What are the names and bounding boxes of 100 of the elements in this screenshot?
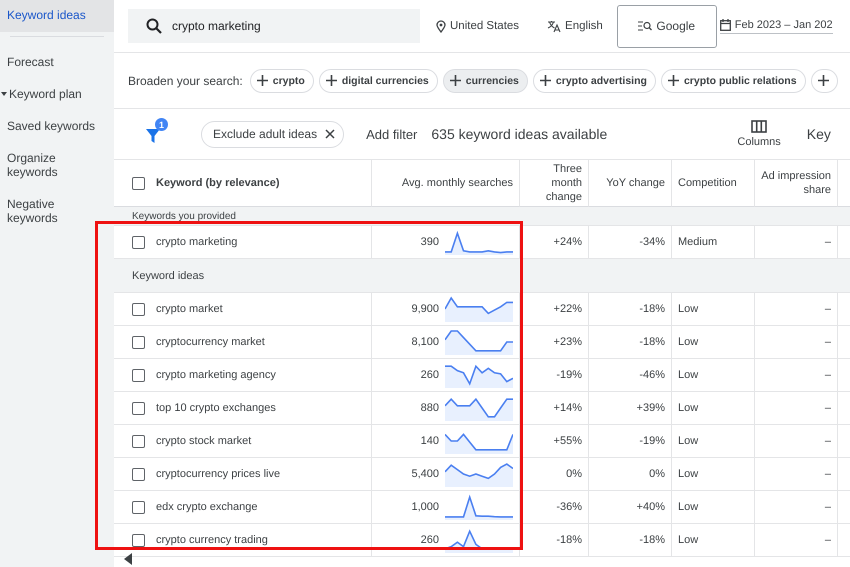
date-range-selector[interactable]: Feb 2023 – Jan 202 <box>720 18 833 34</box>
change-cell: -36% <box>556 501 582 513</box>
competition-cell: Low <box>678 336 698 348</box>
row-checkbox[interactable] <box>132 468 145 480</box>
impression-share-cell: – <box>824 336 831 348</box>
change-cell: +24% <box>554 236 582 248</box>
change-cell: 0% <box>566 468 582 480</box>
searches-cell: 9,900 <box>411 303 439 315</box>
searches-cell: 260 <box>420 534 439 546</box>
search-icon <box>146 18 162 34</box>
change-cell: +55% <box>554 435 582 447</box>
trend-sparkline <box>445 527 513 553</box>
location-selector[interactable]: United States <box>436 20 520 32</box>
keyword-cell: crypto stock market <box>156 435 252 447</box>
row-checkbox[interactable] <box>132 236 145 248</box>
keyword-cell: top 10 crypto exchanges <box>156 402 276 414</box>
competition-cell: Medium <box>678 236 718 248</box>
competition-cell: Low <box>678 468 698 480</box>
filter-count-badge: 1 <box>155 118 168 131</box>
plus-icon <box>540 75 551 86</box>
row-checkbox[interactable] <box>132 534 145 546</box>
language-selector[interactable]: English <box>547 20 603 32</box>
row-checkbox[interactable] <box>132 368 145 382</box>
competition-cell: Low <box>678 369 698 381</box>
keyword-cell: crypto currency trading <box>156 534 268 546</box>
change-cell: +39% <box>636 402 665 414</box>
change-cell: -18% <box>639 534 665 546</box>
trend-sparkline <box>445 296 513 322</box>
change-cell: +22% <box>554 303 582 315</box>
competition-cell: Low <box>678 534 698 546</box>
change-cell: +14% <box>554 402 582 414</box>
trend-sparkline <box>445 494 513 520</box>
calendar-icon <box>720 18 731 30</box>
change-cell: -46% <box>639 369 665 381</box>
filter-chip[interactable]: Exclude adult ideas <box>201 120 344 148</box>
row-checkbox[interactable] <box>132 402 145 414</box>
row-checkbox[interactable] <box>132 500 145 514</box>
plus-icon <box>326 75 337 86</box>
competition-cell: Low <box>678 303 698 315</box>
change-cell: -19% <box>556 369 582 381</box>
search-field[interactable]: crypto marketing <box>128 9 420 43</box>
row-checkbox[interactable] <box>132 336 145 348</box>
search-list-icon <box>638 21 652 31</box>
toolbar-label[interactable]: Key <box>806 126 831 142</box>
sidebar-item[interactable]: Keyword ideas <box>0 0 114 32</box>
scroll-left-icon[interactable] <box>124 553 132 565</box>
section-title: Keyword ideas <box>132 270 204 282</box>
competition-cell: Low <box>678 435 698 447</box>
suggestion-chip[interactable]: crypto public relations <box>660 68 806 92</box>
network-selector[interactable]: Google <box>616 4 717 48</box>
add-filter-button[interactable]: Add filter <box>366 126 418 142</box>
suggestion-chip[interactable]: crypto advertising <box>532 68 656 92</box>
row-checkbox[interactable] <box>132 302 145 316</box>
searches-cell: 880 <box>420 402 439 414</box>
close-icon[interactable] <box>325 129 336 139</box>
trend-sparkline <box>445 461 513 487</box>
columns-button[interactable]: Columns <box>737 120 781 148</box>
searches-cell: 5,400 <box>411 468 439 480</box>
plus-icon <box>818 75 829 86</box>
results-summary: 635 keyword ideas available <box>431 126 608 142</box>
change-cell: +40% <box>636 501 665 513</box>
impression-share-cell: – <box>824 435 831 447</box>
impression-share-cell: – <box>824 303 831 315</box>
impression-share-cell: – <box>824 501 831 513</box>
suggestion-chip[interactable]: currencies <box>442 68 528 92</box>
change-cell: -34% <box>639 236 665 248</box>
change-cell: -18% <box>639 303 665 315</box>
change-cell: 0% <box>649 468 665 480</box>
select-all-checkbox[interactable] <box>132 176 145 190</box>
plus-icon <box>668 75 679 86</box>
broaden-label: Broaden your search: <box>128 74 243 88</box>
keyword-cell: crypto market <box>156 303 223 315</box>
sidebar-item[interactable]: Organize keywords <box>0 145 114 185</box>
searches-cell: 8,100 <box>411 336 439 348</box>
impression-share-cell: – <box>824 369 831 381</box>
impression-share-cell: – <box>824 534 831 546</box>
sidebar-item[interactable]: Forecast <box>0 49 114 75</box>
searches-cell: 390 <box>420 236 439 248</box>
trend-sparkline <box>445 329 513 355</box>
keyword-cell: cryptocurrency prices live <box>156 468 280 480</box>
sidebar-item[interactable]: Saved keywords <box>0 113 114 139</box>
competition-cell: Low <box>678 501 698 513</box>
keyword-cell: cryptocurrency market <box>156 336 265 348</box>
suggestion-chip[interactable] <box>810 68 838 92</box>
plus-icon <box>256 75 268 86</box>
location-pin-icon <box>436 20 446 32</box>
suggestion-chip[interactable]: digital currencies <box>318 68 438 92</box>
change-cell: -18% <box>556 534 582 546</box>
change-cell: -19% <box>639 435 665 447</box>
searches-cell: 140 <box>420 435 439 447</box>
sidebar-item[interactable]: Negative keywords <box>0 191 114 231</box>
impression-share-cell: – <box>824 468 831 480</box>
translate-icon <box>547 20 562 32</box>
suggestion-chip[interactable]: crypto <box>250 68 314 92</box>
keyword-cell: edx crypto exchange <box>156 501 258 513</box>
row-checkbox[interactable] <box>132 434 145 448</box>
filter-icon[interactable] <box>146 128 160 144</box>
trend-sparkline <box>445 362 513 388</box>
change-cell: -18% <box>639 336 665 348</box>
sidebar-item[interactable]: Keyword plan <box>0 81 114 107</box>
